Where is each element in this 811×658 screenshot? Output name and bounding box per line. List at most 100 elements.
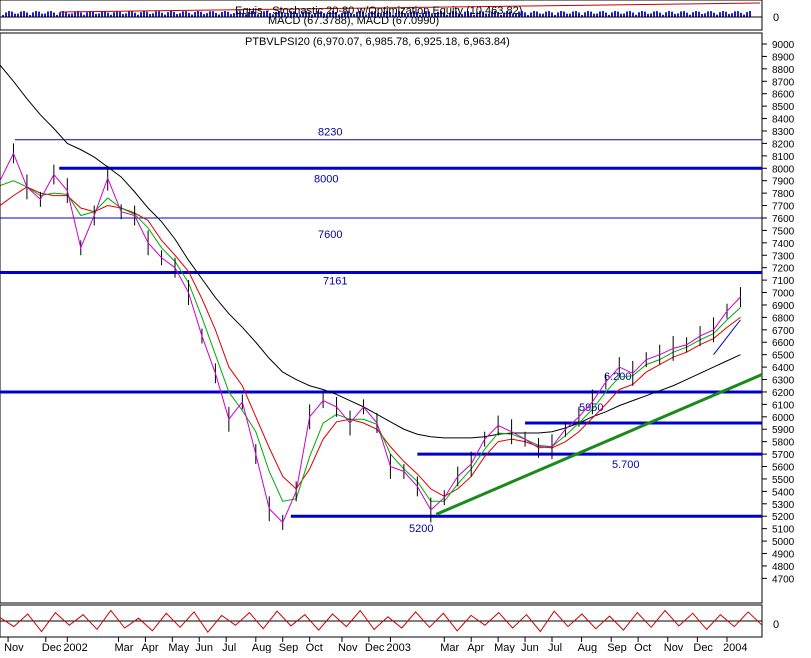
y-tick-label: 8600: [772, 90, 795, 101]
top-histogram-bar: [200, 11, 202, 17]
y-tick-label: 4900: [772, 550, 795, 561]
top-histogram-bar: [161, 12, 163, 17]
top-histogram-bar: [587, 11, 589, 17]
top-histogram-bar: [566, 13, 568, 17]
y-tick-label: 8500: [772, 102, 795, 113]
top-histogram-bar: [140, 12, 142, 17]
x-tick-label: Dec: [42, 642, 62, 653]
top-histogram-bar: [569, 13, 571, 17]
top-histogram-bar: [665, 12, 667, 17]
top-histogram-bar: [605, 12, 607, 17]
top-histogram-bar: [224, 11, 226, 17]
top-histogram-bar: [185, 11, 187, 17]
support-level-label: 7600: [318, 229, 342, 241]
top-histogram-bar: [20, 11, 22, 17]
top-histogram-bar: [104, 11, 106, 17]
top-histogram-bar: [638, 12, 640, 17]
x-tick-label: Nov: [338, 642, 358, 653]
y-tick-label: 6900: [772, 301, 795, 312]
y-tick-label: 8300: [772, 127, 795, 138]
y-tick-label: 4700: [772, 574, 795, 585]
support-level-label: 7161: [323, 276, 347, 288]
x-tick-label: May: [168, 642, 189, 653]
top-histogram-bar: [155, 11, 157, 17]
y-tick-label: 7900: [772, 177, 795, 188]
top-histogram-bar: [53, 12, 55, 17]
top-histogram-bar: [182, 11, 184, 17]
y-tick-label: 5500: [772, 475, 795, 486]
top-histogram-bar: [35, 11, 37, 17]
top-histogram-bar: [578, 12, 580, 17]
top-histogram-bar: [683, 11, 685, 17]
y-tick-label: 5200: [772, 512, 795, 523]
top-histogram-bar: [650, 13, 652, 17]
top-histogram-bar: [170, 11, 172, 17]
top-histogram-bar: [629, 11, 631, 17]
top-histogram-bar: [725, 11, 727, 17]
y-tick-label: 6200: [772, 388, 795, 399]
y-tick-label: 7800: [772, 189, 795, 200]
top-histogram-bar: [197, 11, 199, 17]
y-tick-label: 6700: [772, 326, 795, 337]
top-histogram-bar: [26, 12, 28, 17]
top-histogram-bar: [119, 11, 121, 17]
main-panel-title: PTBVLPSI20 (6,970.07, 6,985.78, 6,925.18…: [245, 36, 510, 48]
top-histogram-bar: [158, 11, 160, 17]
x-tick-label: 2004: [723, 642, 747, 653]
top-histogram-bar: [695, 11, 697, 17]
top-histogram-bar: [719, 12, 721, 17]
y-tick-label: 6100: [772, 400, 795, 411]
top-histogram-bar: [680, 11, 682, 17]
x-tick-label: May: [494, 642, 515, 653]
y-tick-label: 8800: [772, 65, 795, 76]
y-tick-label: 5800: [772, 438, 795, 449]
x-tick-label: Dec: [693, 642, 713, 653]
y-tick-label: 8000: [772, 164, 795, 175]
y-tick-label: 7500: [772, 226, 795, 237]
top-histogram-bar: [8, 11, 10, 17]
y-tick-label: 7400: [772, 239, 795, 250]
x-tick-label: Jun: [195, 642, 213, 653]
x-tick-label: Nov: [664, 642, 684, 653]
x-tick-label: Sep: [279, 642, 299, 653]
y-tick-label: 8100: [772, 152, 795, 163]
x-tick-label: 2003: [386, 642, 410, 653]
top-histogram-bar: [641, 11, 643, 17]
x-tick-label: Dec: [365, 642, 385, 653]
top-histogram-bar: [188, 12, 190, 17]
top-histogram-bar: [59, 12, 61, 17]
top-histogram-bar: [626, 11, 628, 17]
x-tick-label: Sep: [607, 642, 627, 653]
y-tick-label: 6300: [772, 376, 795, 387]
y-tick-label: 5600: [772, 463, 795, 474]
top-histogram-bar: [710, 11, 712, 17]
top-histogram-bar: [38, 11, 40, 17]
x-tick-label: Apr: [141, 642, 158, 653]
top-histogram-bar: [632, 12, 634, 17]
x-tick-label: Jul: [222, 642, 236, 653]
top-histogram-bar: [692, 12, 694, 17]
top-histogram-bar: [740, 12, 742, 17]
top-histogram-bar: [545, 11, 547, 17]
top-histogram-bar: [152, 13, 154, 17]
top-histogram-bar: [116, 11, 118, 17]
y-tick-label: 5900: [772, 425, 795, 436]
y-tick-label: 5300: [772, 500, 795, 511]
top-histogram-bar: [5, 12, 7, 17]
top-histogram-bar: [677, 13, 679, 17]
support-level-label: 6.200: [604, 371, 632, 383]
top-histogram-bar: [563, 11, 565, 17]
top-histogram-bar: [611, 12, 613, 17]
top-histogram-bar: [44, 13, 46, 17]
x-tick-label: Jun: [521, 642, 539, 653]
top-histogram-bar: [722, 11, 724, 17]
top-histogram-bar: [746, 12, 748, 17]
top-histogram-bar: [656, 11, 658, 17]
top-histogram-bar: [50, 11, 52, 17]
support-level-label: 5200: [409, 523, 433, 535]
top-histogram-bar: [551, 12, 553, 17]
support-level-label: 8230: [318, 127, 342, 139]
top-histogram-bar: [602, 11, 604, 17]
top-histogram-bar: [590, 11, 592, 17]
top-histogram-bar: [47, 11, 49, 17]
